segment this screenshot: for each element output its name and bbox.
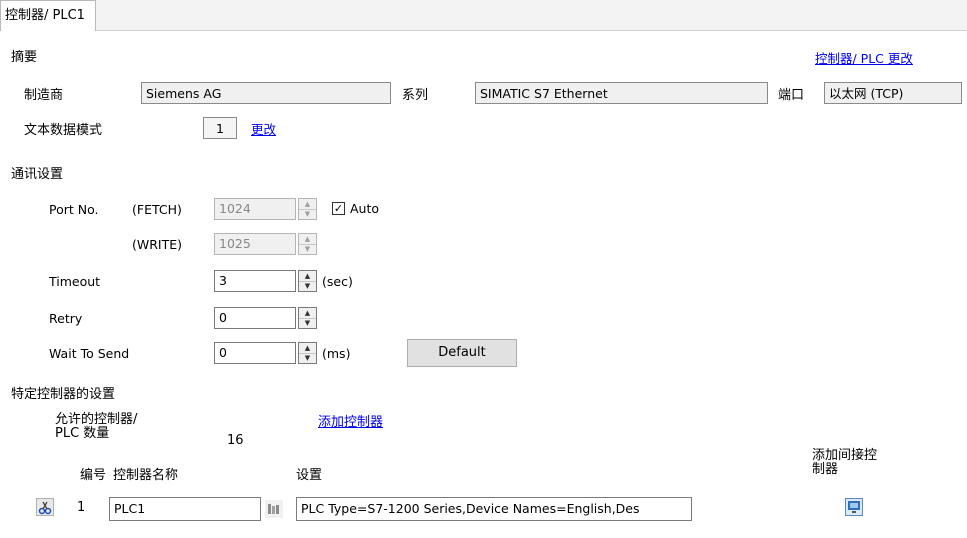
tab-bar xyxy=(0,0,967,30)
port-no-label: Port No. xyxy=(49,202,99,217)
retry-input[interactable]: 0 xyxy=(214,307,296,329)
wait-to-send-input[interactable]: 0 xyxy=(214,342,296,364)
spin-down-icon[interactable]: ▼ xyxy=(299,353,316,363)
controller-change-link[interactable]: 控制器/ PLC 更改 xyxy=(815,48,913,67)
write-label: (WRITE) xyxy=(132,237,183,252)
spin-down-icon: ▼ xyxy=(304,210,311,218)
text-mode-change-link[interactable]: 更改 xyxy=(251,119,276,138)
allowed-count: 16 xyxy=(227,433,244,448)
add-controller-link[interactable]: 添加控制器 xyxy=(318,411,383,430)
wait-to-send-unit: (ms) xyxy=(322,346,351,361)
series-field: SIMATIC S7 Ethernet xyxy=(475,82,768,104)
spin-down-icon[interactable]: ▼ xyxy=(299,318,316,328)
timeout-label: Timeout xyxy=(49,274,101,289)
fetch-port-spinner: ▲ ▼ xyxy=(298,198,317,220)
timeout-spinner[interactable]: ▲ ▼ xyxy=(298,270,317,292)
col-add-indirect-line1: 添加间接控 xyxy=(812,448,878,463)
text-mode-label: 文本数据模式 xyxy=(24,123,103,138)
allowed-label-line1: 允许的控制器/ xyxy=(55,412,138,427)
write-port-spinner: ▲ ▼ xyxy=(298,233,317,255)
timeout-unit: (sec) xyxy=(322,274,353,289)
summary-heading: 摘要 xyxy=(11,50,38,65)
spin-down-icon[interactable]: ▼ xyxy=(299,281,316,291)
add-indirect-controller-icon[interactable] xyxy=(845,498,863,516)
specific-heading: 特定控制器的设置 xyxy=(11,387,116,402)
fetch-port-input: 1024 xyxy=(214,198,296,220)
auto-checkbox[interactable]: ✓ xyxy=(332,202,345,215)
default-button[interactable]: Default xyxy=(407,339,517,367)
port-label: 端口 xyxy=(778,88,805,103)
comm-heading: 通讯设置 xyxy=(11,167,64,182)
wait-to-send-spinner[interactable]: ▲ ▼ xyxy=(298,342,317,364)
wait-to-send-label: Wait To Send xyxy=(49,346,130,361)
timeout-input[interactable]: 3 xyxy=(214,270,296,292)
auto-label: Auto xyxy=(350,201,380,216)
col-add-indirect-header: 添加间接控 制器 xyxy=(812,449,877,477)
spin-down-icon: ▼ xyxy=(304,245,311,253)
allowed-label-line2: PLC 数量 xyxy=(55,426,110,441)
row-number: 1 xyxy=(77,500,86,515)
col-no-header: 编号 xyxy=(80,468,107,483)
controller-name-input[interactable]: PLC1 xyxy=(109,497,261,521)
fetch-label: (FETCH) xyxy=(132,202,182,217)
col-add-indirect-line2: 制器 xyxy=(812,462,839,477)
retry-label: Retry xyxy=(49,311,83,326)
retry-spinner[interactable]: ▲ ▼ xyxy=(298,307,317,329)
plc-settings-icon[interactable] xyxy=(265,500,283,518)
port-field: 以太网 (TCP) xyxy=(824,82,962,104)
tab-plc1[interactable]: 控制器/ PLC1 xyxy=(0,0,96,31)
cut-icon[interactable] xyxy=(36,498,54,516)
manufacturer-label: 制造商 xyxy=(24,88,64,103)
col-name-header: 控制器名称 xyxy=(113,468,179,483)
series-label: 系列 xyxy=(402,88,429,103)
allowed-label: 允许的控制器/ PLC 数量 xyxy=(55,413,137,441)
manufacturer-field: Siemens AG xyxy=(141,82,391,104)
settings-field[interactable]: PLC Type=S7-1200 Series,Device Names=Eng… xyxy=(296,497,692,521)
tab-divider xyxy=(0,30,967,31)
col-settings-header: 设置 xyxy=(296,468,323,483)
text-mode-field: 1 xyxy=(203,117,237,139)
write-port-input: 1025 xyxy=(214,233,296,255)
